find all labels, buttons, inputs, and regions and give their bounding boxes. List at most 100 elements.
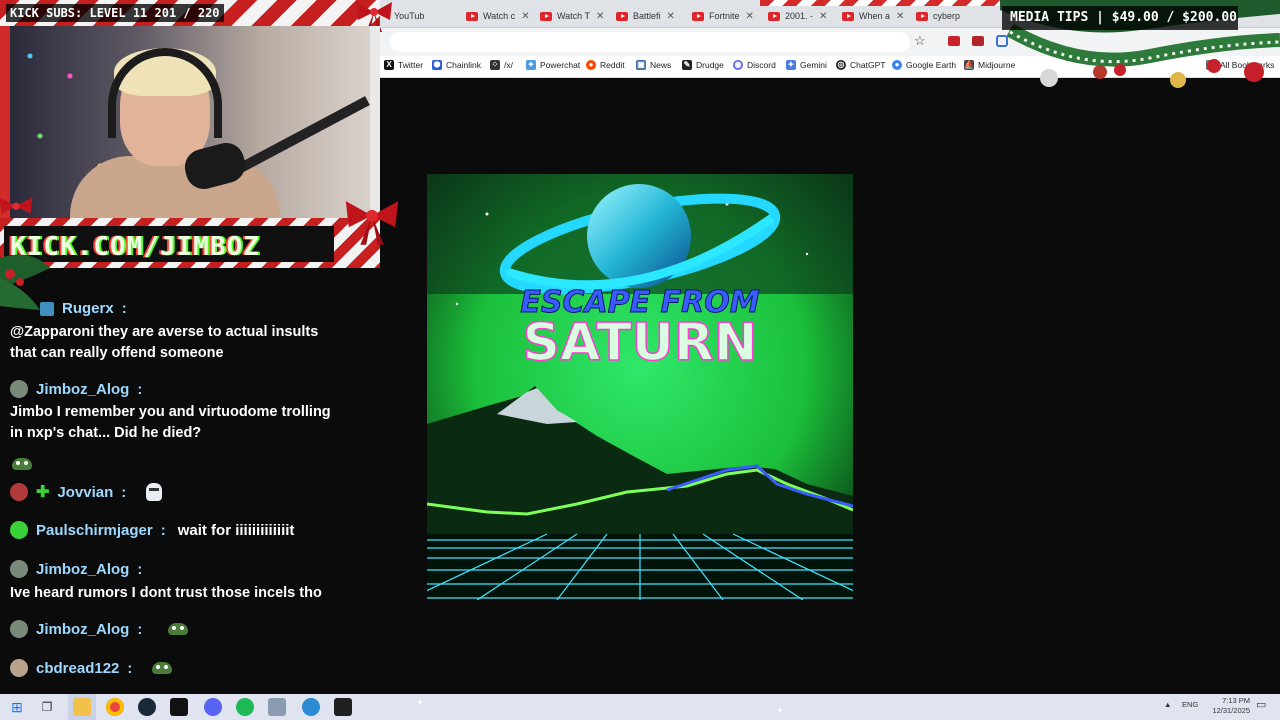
url-input[interactable] [390, 32, 910, 52]
tab-title: Fortnite [709, 11, 740, 21]
bookmark-midjourney[interactable]: ⛵ Midjourne [964, 60, 1015, 70]
bookmark-label: News [650, 60, 672, 70]
app-icon[interactable] [268, 698, 286, 716]
app-icon[interactable] [302, 698, 320, 716]
bookmark-star-icon[interactable]: ☆ [914, 33, 926, 49]
bookmark-label: Powerchat [540, 60, 581, 70]
bookmark-chatgpt[interactable]: ◎ ChatGPT [836, 60, 885, 70]
reddit-icon: ● [586, 60, 596, 70]
user-avatar [10, 483, 28, 501]
discord-icon[interactable] [204, 698, 222, 716]
chat-username[interactable]: Paulschirmjager [36, 522, 153, 539]
bookmark-twitter[interactable]: X Twitter [384, 60, 423, 70]
terminal-icon[interactable] [170, 698, 188, 716]
midjourney-icon: ⛵ [964, 60, 974, 70]
chat-message: Paulschirmjager: wait for iiiiiiiiiiiiit [10, 521, 294, 539]
bookmark-label: Gemini [800, 60, 827, 70]
steam-icon[interactable] [138, 698, 156, 716]
bookmark-drudge[interactable]: ✎ Drudge [682, 60, 724, 70]
bookmark-label: Google Earth [906, 60, 957, 70]
bookmark-label: Reddit [600, 60, 625, 70]
youtube-icon [768, 11, 780, 21]
chat-message: Rugerx: [40, 300, 127, 317]
bow-icon [0, 197, 33, 214]
start-windows-icon[interactable]: ⊞ [8, 698, 26, 716]
bookmark-google-earth[interactable]: ● Google Earth [892, 60, 956, 70]
chat-username[interactable]: Jimboz_Alog [36, 621, 129, 638]
bookmark-label: All Bookmarks [1220, 60, 1275, 70]
chat-message-text: Jimbo I remember you and virtuodome trol… [10, 404, 331, 441]
chat-message-text: Ive heard rumors I dont trust those ince… [10, 585, 322, 601]
news-icon: ▣ [636, 60, 646, 70]
bookmark-reddit[interactable]: ● Reddit [586, 60, 625, 70]
user-avatar [10, 620, 28, 638]
chat-username[interactable]: Rugerx [62, 300, 114, 317]
close-tab-icon[interactable]: ✕ [896, 11, 904, 22]
svg-text:SATURN: SATURN [523, 313, 758, 373]
bookmark-news[interactable]: ▣ News [636, 60, 671, 70]
bookmark-discord[interactable]: ◉ Discord [733, 60, 776, 70]
youtube-icon [916, 11, 928, 21]
browser-tab[interactable]: When a ✕ [842, 7, 906, 25]
windows-taskbar: ⊞ ❐ ▲ ENG 7:13 PM 12/31/2025 ▭ [0, 694, 1280, 720]
bookmark-label: Midjourne [978, 60, 1016, 70]
youtube-icon [466, 11, 478, 21]
chat-username[interactable]: Jimboz_Alog [36, 561, 129, 578]
browser-tab[interactable]: Watch T ✕ [540, 7, 606, 25]
chat-message: Jimboz_Alog: [10, 560, 142, 578]
chat-message: ✚ Jovvian: [10, 482, 163, 502]
close-tab-icon[interactable]: ✕ [596, 11, 604, 22]
grid-icon: ⁘ [490, 60, 500, 70]
folder-icon: ▤ [1206, 60, 1216, 70]
task-view-icon[interactable]: ❐ [38, 698, 56, 716]
tray-chevron-icon[interactable]: ▲ [1164, 700, 1171, 709]
bookmark-label: Drudge [696, 60, 724, 70]
bookmarks-bar: X Twitter ⬢ Chainlink ⁘ /x/ ✦ Powerchat … [380, 56, 1280, 78]
user-avatar [10, 380, 28, 398]
browser-tab[interactable]: Battlefi ✕ [616, 7, 686, 25]
close-tab-icon[interactable]: ✕ [667, 11, 675, 22]
gift-extension-icon[interactable] [972, 36, 984, 46]
chrome-icon[interactable] [106, 698, 124, 716]
browser-tab[interactable]: cyberp [916, 7, 976, 25]
tab-title: YouTub [394, 11, 425, 21]
browser-tab[interactable]: Fortnite ✕ [692, 7, 768, 25]
tab-title: When a [859, 11, 891, 21]
all-bookmarks[interactable]: ▤ All Bookmarks [1206, 60, 1274, 70]
close-tab-icon[interactable]: ✕ [521, 11, 529, 22]
chat-username[interactable]: cbdread122 [36, 660, 119, 677]
browser-tab[interactable]: YouTub [394, 7, 434, 25]
chat-message-text: wait for iiiiiiiiiiiiit [177, 521, 295, 539]
gmail-extension-icon[interactable] [948, 36, 960, 46]
address-bar-row: ☆ [380, 28, 1280, 56]
discord-icon: ◉ [733, 60, 743, 70]
file-explorer-icon[interactable] [73, 698, 91, 716]
chatgpt-icon: ◎ [836, 60, 846, 70]
bookmark-label: Twitter [398, 60, 424, 70]
chat-username[interactable]: Jimboz_Alog [36, 381, 129, 398]
screen: YouTub Watch c ✕ Watch T ✕ Battlefi ✕ Fo… [0, 0, 1280, 720]
spotify-icon[interactable] [236, 698, 254, 716]
chat-username[interactable]: Jovvian [57, 484, 113, 501]
close-tab-icon[interactable]: ✕ [746, 11, 754, 22]
bookmark-chainlink[interactable]: ⬢ Chainlink [432, 60, 481, 70]
browser-tab[interactable]: 2001. - ✕ [768, 7, 834, 25]
notifications-icon[interactable]: ▭ [1256, 698, 1266, 711]
close-tab-icon[interactable]: ✕ [819, 11, 827, 22]
language-indicator[interactable]: ENG [1182, 700, 1198, 709]
chainlink-icon: ⬢ [432, 60, 442, 70]
media-tips-goal: MEDIA TIPS | $49.00 / $200.00 [1002, 6, 1238, 30]
youtube-icon [842, 11, 854, 21]
tab-title: Watch c [483, 11, 516, 21]
browser-tab[interactable]: Watch c ✕ [466, 7, 532, 25]
bookmark-powerchat[interactable]: ✦ Powerchat [526, 60, 580, 70]
bookmark-x-board[interactable]: ⁘ /x/ [490, 60, 513, 70]
drudge-icon: ✎ [682, 60, 692, 70]
frog-emote-icon [152, 662, 173, 674]
extension-icon[interactable] [996, 35, 1008, 47]
clock[interactable]: 7:13 PM 12/31/2025 [1200, 696, 1250, 716]
obs-icon[interactable] [334, 698, 352, 716]
chat-message: Jimboz_Alog: [10, 380, 142, 398]
emote-icon [146, 483, 163, 501]
bookmark-gemini[interactable]: ✦ Gemini [786, 60, 827, 70]
